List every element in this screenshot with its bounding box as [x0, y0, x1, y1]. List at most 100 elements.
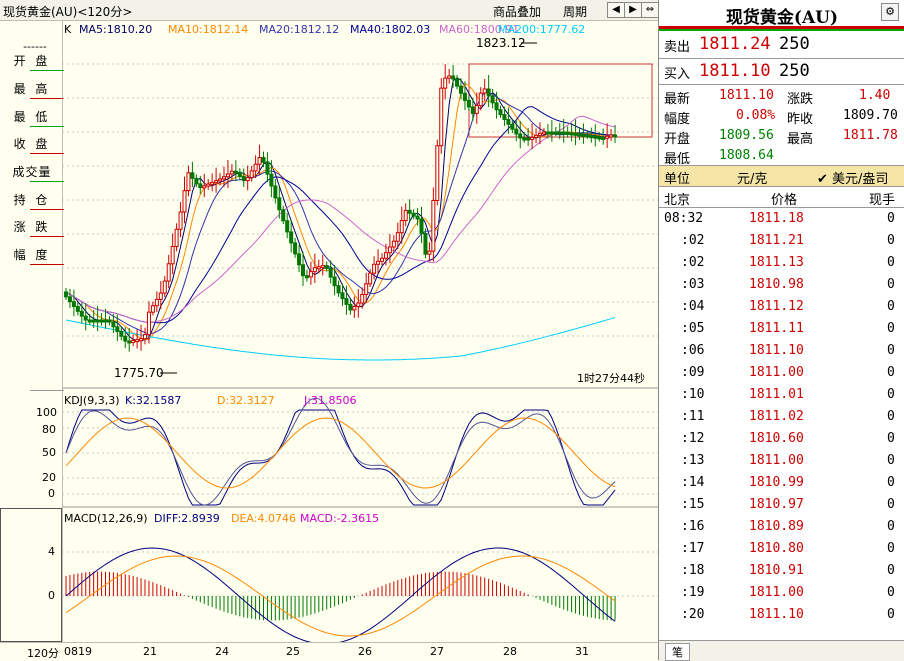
date-label-21: 21: [143, 645, 157, 658]
candle-body: [186, 172, 191, 192]
candle-body: [577, 133, 582, 137]
candle-body: [79, 310, 84, 317]
candle-body: [462, 92, 467, 101]
candle-body: [277, 197, 282, 211]
date-label-24: 24: [215, 645, 229, 658]
candle-body: [257, 157, 262, 165]
latest-label: 最新: [664, 92, 691, 107]
legend-ma40: MA40:1802.03: [350, 23, 430, 36]
tick-price: 1810.97: [749, 497, 804, 512]
candle-body: [316, 266, 321, 270]
kdj-axis-50: 50: [42, 446, 56, 459]
macd-axis-4: 4: [48, 545, 55, 558]
tick-time: :12: [681, 431, 705, 446]
candle-body: [581, 133, 586, 137]
candle-body: [565, 131, 570, 135]
sell-price: 1811.24: [699, 34, 771, 54]
candle-body: [372, 263, 377, 274]
tick-row: :02 1811.21 0: [659, 231, 903, 253]
candle-body: [380, 257, 384, 262]
candle-body: [383, 252, 388, 259]
tick-price: 1811.12: [749, 299, 804, 314]
tick-time: :04: [681, 299, 705, 314]
tick-time: :11: [681, 409, 705, 424]
pct-value: 0.08%: [736, 108, 776, 123]
tick-price: 1810.99: [749, 475, 804, 490]
macd-axis-0: 0: [48, 589, 55, 602]
candle-body: [403, 209, 408, 222]
candle-body: [308, 271, 313, 278]
kdj-legend-j: J:31.8506: [303, 394, 356, 407]
arrow-left-icon[interactable]: ◀: [607, 2, 625, 18]
candle-body: [419, 218, 424, 234]
tick-row: :19 1811.00 0: [659, 583, 903, 605]
change-label: 涨跌: [787, 92, 814, 107]
candle-body: [387, 246, 392, 254]
low-price-label: 1775.70: [114, 366, 164, 380]
date-label-28: 28: [503, 645, 517, 658]
candle-body: [447, 75, 452, 79]
candle-body: [202, 185, 207, 189]
candle-body: [99, 319, 104, 323]
candle-body: [170, 246, 175, 265]
tick-row: :11 1811.02 0: [659, 407, 903, 429]
tick-price: 1810.60: [749, 431, 804, 446]
candle-body: [174, 228, 179, 248]
tick-price: 1811.10: [749, 607, 804, 622]
tick-time: :19: [681, 585, 705, 600]
tick-time: :14: [681, 475, 705, 490]
settings-icon[interactable]: ⚙: [881, 3, 899, 21]
candle-body: [498, 109, 503, 116]
col-vol-header: 现手: [869, 193, 896, 208]
tick-row: :13 1811.00 0: [659, 451, 903, 473]
candle-body: [328, 267, 333, 278]
candlestick-chart[interactable]: K MA5:1810.20 MA10:1812.14 MA20:1812.12 …: [62, 20, 658, 642]
tick-row: :20 1811.10 0: [659, 605, 903, 627]
candle-body: [530, 136, 535, 140]
tab-trades[interactable]: 笔: [665, 643, 690, 661]
candle-body: [265, 161, 270, 175]
chart-title: 现货黄金(AU)<120分>: [3, 5, 133, 19]
candle-body: [613, 134, 618, 138]
tick-row: 08:32 1811.18 0: [659, 209, 903, 231]
arrow-right-icon[interactable]: ▶: [624, 2, 642, 18]
tick-volume: 0: [887, 585, 895, 600]
tick-row: :18 1810.91 0: [659, 561, 903, 583]
kdj-axis-100: 100: [36, 406, 57, 419]
tick-volume: 0: [887, 431, 895, 446]
candle-body: [158, 292, 163, 300]
expand-icon[interactable]: ⇔: [641, 2, 659, 18]
overlay-button[interactable]: 商品叠加: [493, 3, 541, 20]
candle-body: [64, 291, 68, 298]
tick-list[interactable]: 08:32 1811.18 0:02 1811.21 0:02 1811.13 0:03 18…: [659, 209, 904, 631]
candle-body: [281, 209, 286, 222]
candle-body: [360, 293, 365, 304]
high-value: 1811.78: [843, 128, 898, 143]
tick-volume: 0: [887, 343, 895, 358]
buy-volume: 250: [779, 61, 810, 81]
period-button[interactable]: 周期: [563, 3, 587, 20]
prevclose-value: 1809.70: [843, 108, 898, 123]
candle-body: [486, 88, 491, 97]
kdj-axis-80: 80: [42, 423, 56, 436]
kdj-axis-20: 20: [42, 471, 56, 484]
chart-toolbar: 现货黄金(AU)<120分> 商品叠加 周期 ◀ ▶ ⇔: [0, 0, 659, 21]
candle-body: [324, 265, 329, 269]
candle-body: [494, 102, 499, 111]
candle-body: [218, 178, 223, 182]
candle-body: [75, 306, 80, 312]
tick-time: :18: [681, 563, 705, 578]
candle-body: [443, 77, 448, 89]
currency-toggle[interactable]: ✔ 美元/盎司: [817, 168, 888, 187]
candle-body: [538, 132, 542, 136]
candle-body: [455, 78, 460, 87]
candle-body: [557, 131, 562, 135]
tick-volume: 0: [887, 497, 895, 512]
tick-price: 1810.80: [749, 541, 804, 556]
tick-volume: 0: [887, 365, 895, 380]
tick-row: :03 1810.98 0: [659, 275, 903, 297]
candle-body: [534, 134, 539, 138]
candle-body: [289, 231, 294, 244]
candle-body: [431, 199, 436, 252]
candle-body: [435, 145, 440, 201]
